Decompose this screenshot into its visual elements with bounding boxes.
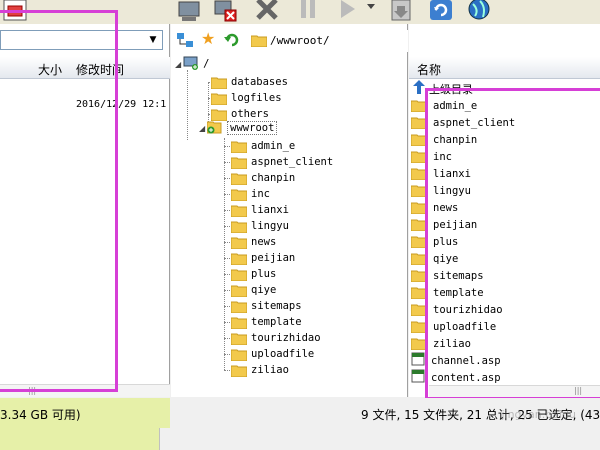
tree-item-plus[interactable]: plus: [230, 266, 277, 282]
folder-icon: [230, 188, 248, 201]
folder-open-icon: [206, 120, 223, 137]
file-icon: [411, 369, 425, 386]
tree-item-uploadfile[interactable]: uploadfile: [230, 346, 315, 362]
tree-item-lingyu[interactable]: lingyu: [230, 218, 289, 234]
tree-item-template[interactable]: template: [230, 314, 302, 330]
download-icon[interactable]: [388, 0, 414, 24]
folder-icon: [230, 316, 248, 329]
tree-item-label: uploadfile: [251, 348, 315, 360]
watermark: jingyan.baidu: [501, 408, 576, 421]
remote-folder-tree: ★ /wwwroot/ ◢ / databases logfiles other…: [171, 24, 408, 397]
tree-item-databases[interactable]: databases: [210, 74, 288, 90]
tree-item-label: databases: [231, 76, 288, 88]
bottom-strip-left: [0, 428, 160, 450]
tree-item-peijian[interactable]: peijian: [230, 250, 296, 266]
local-status-text: 3.34 GB 可用): [0, 408, 81, 422]
folder-icon: [230, 268, 248, 281]
folder-icon: [210, 92, 228, 105]
delete-icon[interactable]: [254, 0, 280, 24]
refresh-icon[interactable]: [428, 0, 454, 24]
tree-item-label: inc: [251, 188, 270, 200]
back-icon[interactable]: [224, 31, 240, 50]
folder-icon: [230, 332, 248, 345]
connection-icon[interactable]: [176, 32, 194, 51]
folder-icon: [230, 364, 248, 377]
folder-icon: [230, 204, 248, 217]
tree-item-aspnet-client[interactable]: aspnet_client: [230, 154, 334, 170]
tree-item-qiye[interactable]: qiye: [230, 282, 277, 298]
folder-icon: [230, 236, 248, 249]
folder-icon: [230, 140, 248, 153]
tree-item-label: tourizhidao: [251, 332, 321, 344]
folder-icon: [230, 156, 248, 169]
tree-item-inc[interactable]: inc: [230, 186, 270, 202]
folder-icon: [210, 76, 228, 89]
tree-item-label: template: [251, 316, 302, 328]
tree-item-label: lianxi: [251, 204, 289, 216]
up-arrow-icon: [413, 80, 425, 97]
play-icon[interactable]: [335, 0, 361, 24]
chevron-down-icon[interactable]: ▼: [146, 33, 160, 47]
remote-path-field[interactable]: /wwwroot/: [248, 30, 408, 52]
expand-icon[interactable]: ◢: [175, 60, 181, 69]
globe-icon[interactable]: [466, 0, 492, 24]
folder-icon: [230, 348, 248, 361]
tree-item-label: aspnet_client: [251, 156, 334, 168]
remote-list-header: 名称: [409, 57, 600, 79]
tree-item-lianxi[interactable]: lianxi: [230, 202, 289, 218]
server-icon: [183, 56, 199, 73]
tree-item-label: admin_e: [251, 140, 296, 152]
tree-item-label: news: [251, 236, 277, 248]
folder-icon: [230, 172, 248, 185]
local-status-bar: 3.34 GB 可用): [0, 398, 170, 428]
file-icon: [411, 352, 425, 369]
tree-item-label: sitemaps: [251, 300, 302, 312]
tree-item-wwwroot[interactable]: ◢ wwwroot: [199, 120, 278, 137]
tree-item-label: others: [231, 108, 269, 120]
tree-item-logfiles[interactable]: logfiles: [210, 90, 282, 106]
tree-item-label: lingyu: [251, 220, 289, 232]
folder-icon: [230, 220, 248, 233]
tree-item-label: plus: [251, 268, 277, 280]
remote-path-text: /wwwroot/: [270, 34, 330, 47]
tree-item-root[interactable]: ◢ /: [175, 56, 209, 72]
path-bar: ★ /wwwroot/: [171, 28, 408, 52]
folder-icon: [250, 34, 268, 48]
computer-icon[interactable]: [176, 0, 202, 24]
tree-item-label: logfiles: [231, 92, 282, 104]
tree-item-label: /: [203, 58, 210, 70]
tree-item-label: qiye: [251, 284, 277, 296]
tree-item-ziliao[interactable]: ziliao: [230, 362, 289, 378]
highlight-box: [425, 88, 600, 400]
tree-item-news[interactable]: news: [230, 234, 277, 250]
tree-item-tourizhidao[interactable]: tourizhidao: [230, 330, 321, 346]
tree-item-admin-e[interactable]: admin_e: [230, 138, 296, 154]
tree-item-label: wwwroot: [227, 121, 278, 135]
tree-item-label: chanpin: [251, 172, 296, 184]
tree-item-chanpin[interactable]: chanpin: [230, 170, 296, 186]
disconnect-icon[interactable]: [212, 0, 238, 24]
folder-icon: [230, 300, 248, 313]
star-icon[interactable]: ★: [201, 29, 215, 48]
collapse-icon[interactable]: ◢: [199, 124, 205, 133]
tree-item-label: ziliao: [251, 364, 289, 376]
pause-icon[interactable]: [295, 0, 321, 24]
tree-item-sitemaps[interactable]: sitemaps: [230, 298, 302, 314]
folder-icon: [230, 284, 248, 297]
highlight-box: [0, 10, 118, 392]
tree-item-label: peijian: [251, 252, 296, 264]
folder-icon: [230, 252, 248, 265]
chevron-down-icon[interactable]: [365, 0, 377, 24]
column-name[interactable]: 名称: [417, 61, 441, 78]
